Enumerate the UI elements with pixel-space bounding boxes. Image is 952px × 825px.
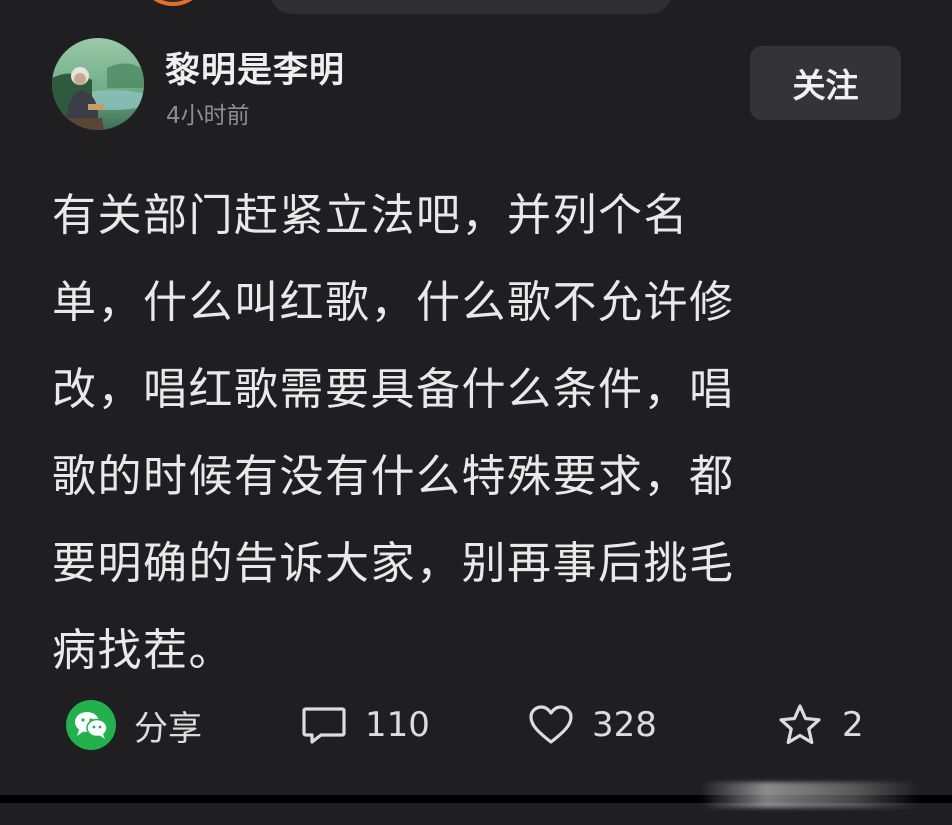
- heart-icon: [529, 705, 573, 744]
- post-line: 改，唱红歌需要具备什么条件，唱: [52, 364, 735, 415]
- action-bar: 分享 110 328 2: [0, 690, 952, 760]
- watermark-smudge: [700, 782, 920, 808]
- comment-count: 110: [365, 705, 430, 745]
- favorite-button[interactable]: 2: [776, 690, 864, 760]
- avatar-image-icon: [52, 38, 144, 130]
- post-content: 有关部门赶紧立法吧，并列个名 单，什么叫红歌，什么歌不允许修 改，唱红歌需要具备…: [52, 172, 860, 694]
- author-name[interactable]: 黎明是李明: [165, 42, 345, 93]
- post-line: 病找茬。: [52, 625, 234, 676]
- post-card: 黎明是李明 4小时前 关注 有关部门赶紧立法吧，并列个名 单，什么叫红歌，什么歌…: [0, 0, 952, 825]
- post-time: 4小时前: [166, 103, 250, 129]
- follow-button[interactable]: 关注: [750, 46, 901, 120]
- comment-button[interactable]: 110: [301, 690, 430, 760]
- post-line: 单，什么叫红歌，什么歌不允许修: [52, 277, 735, 328]
- like-count: 328: [592, 705, 657, 745]
- post-line: 有关部门赶紧立法吧，并列个名: [52, 190, 689, 241]
- like-button[interactable]: 328: [528, 690, 657, 760]
- wechat-icon: [66, 700, 116, 750]
- cropped-top-avatar: [138, 0, 208, 6]
- comment-icon: [302, 707, 346, 744]
- post-line: 要明确的告诉大家，别再事后挑毛: [52, 538, 735, 589]
- star-icon: [779, 704, 821, 745]
- post-line: 歌的时候有没有什么特殊要求，都: [52, 451, 735, 502]
- share-button[interactable]: 分享: [66, 690, 202, 760]
- author-avatar[interactable]: [52, 38, 144, 130]
- share-label: 分享: [134, 708, 202, 749]
- favorite-count: 2: [842, 705, 864, 745]
- cropped-top-search-bar[interactable]: [270, 0, 672, 14]
